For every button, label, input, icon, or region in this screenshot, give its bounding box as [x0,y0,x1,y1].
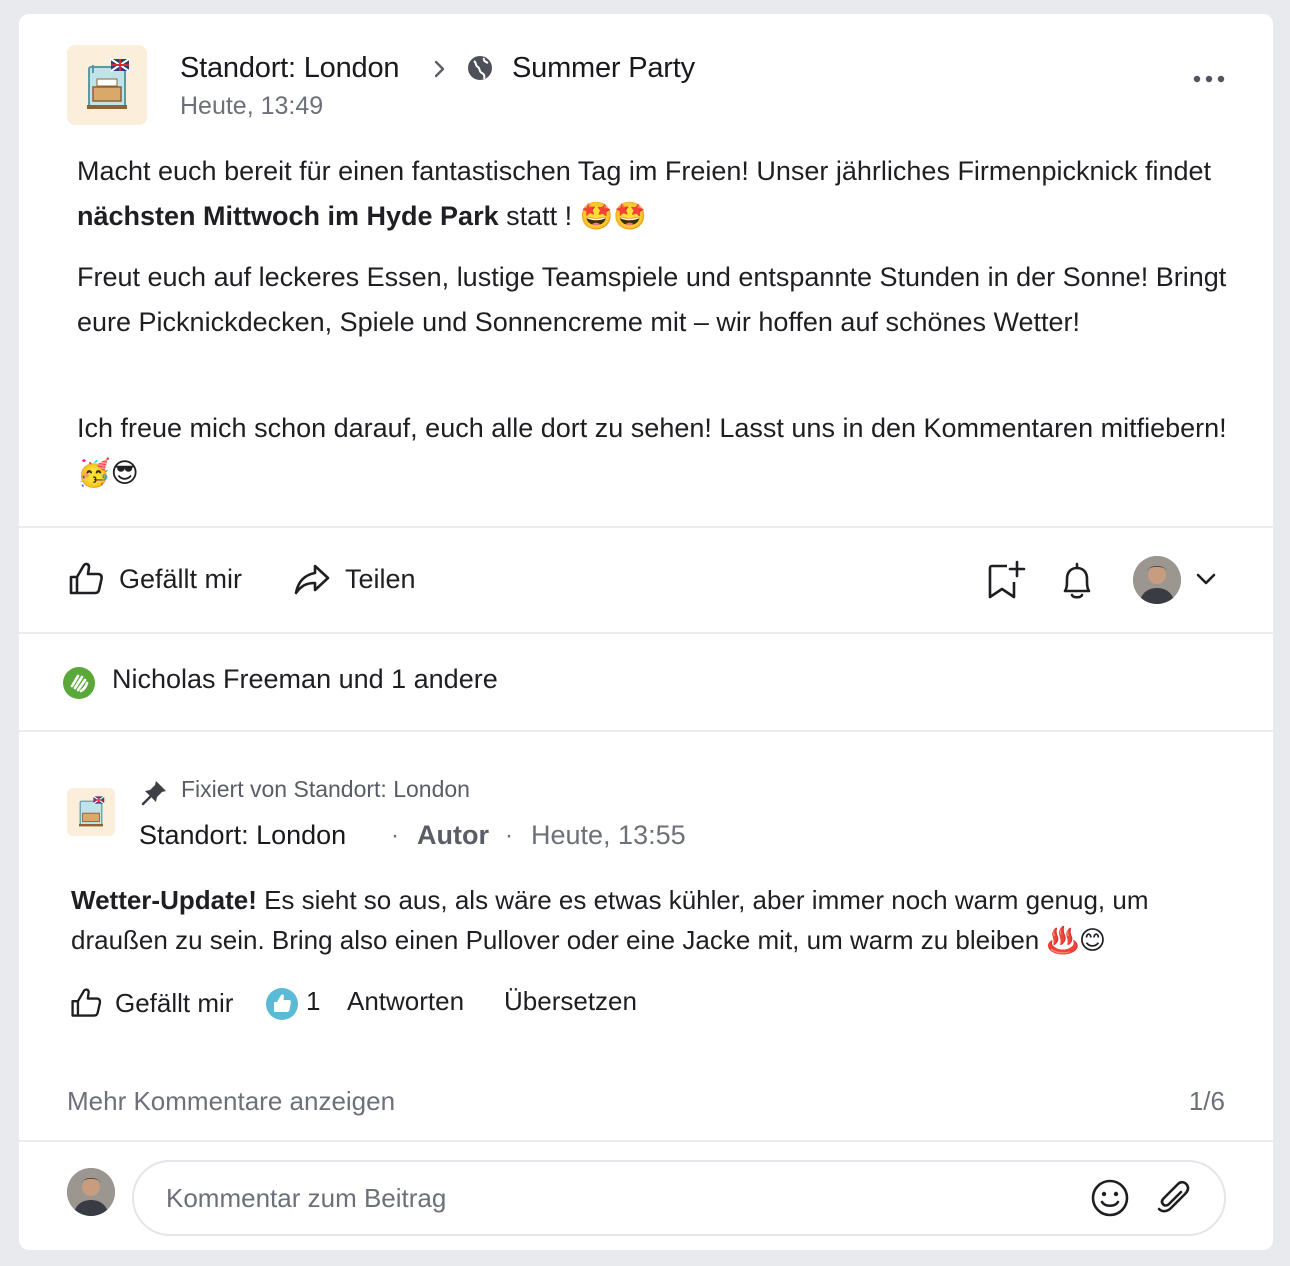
post-body: Macht euch bereit für einen fantastische… [77,149,1247,239]
reply-button[interactable]: Antworten [347,986,464,1017]
bookmark-add-icon[interactable] [985,560,1027,607]
chevron-down-icon[interactable] [1195,570,1217,593]
post-body-2: Freut euch auf leckeres Essen, lustige T… [77,255,1257,345]
divider [19,632,1273,634]
divider [19,526,1273,528]
chevron-right-icon [431,58,449,85]
translate-button[interactable]: Übersetzen [504,986,637,1017]
thumbs-up-icon [67,560,105,598]
like-button[interactable]: Gefällt mir [67,560,242,598]
like-badge-icon[interactable] [265,987,299,1026]
composer-avatar [67,1168,115,1216]
comment-like-button[interactable]: Gefällt mir [69,986,233,1020]
emoji-icon[interactable] [1090,1178,1130,1223]
reactions-summary[interactable]: Nicholas Freeman und 1 andere [112,664,498,695]
post-body-3: Ich freue mich schon darauf, euch alle d… [77,406,1247,496]
bell-icon[interactable] [1057,560,1097,607]
comment-author[interactable]: Standort: London [139,820,346,851]
meta-separator: · [391,822,399,849]
post-source-link[interactable]: Standort: London [180,52,400,85]
comment-body: Wetter-Update! Es sieht so aus, als wäre… [71,885,1149,955]
share-icon [293,560,331,598]
like-count[interactable]: 1 [306,986,320,1017]
thumbs-up-icon [69,986,103,1020]
space-link[interactable]: Summer Party [512,52,695,85]
author-role-badge: Autor [417,820,489,850]
comment-author-logo[interactable] [67,788,115,836]
share-button[interactable]: Teilen [293,560,416,598]
pinned-label: Fixiert von Standort: London [181,776,470,802]
comments-pager: 1/6 [1188,1086,1225,1116]
post-card: Standort: London Summer Party Heute, 13:… [19,14,1273,1250]
post-paragraph: Freut euch auf leckeres Essen, lustige T… [77,262,1227,337]
meta-separator: · [505,822,513,849]
post-paragraph: Macht euch bereit für einen fantastische… [77,156,1212,231]
share-label: Teilen [345,563,416,594]
more-comments-link[interactable]: Mehr Kommentare anzeigen [67,1086,395,1117]
comment-input-placeholder: Kommentar zum Beitrag [166,1183,447,1213]
comment-input[interactable]: Kommentar zum Beitrag [132,1160,1226,1236]
user-avatar[interactable] [1133,556,1181,604]
divider [19,1140,1273,1142]
comment-timestamp: Heute, 13:55 [531,820,686,850]
paperclip-icon[interactable] [1154,1178,1194,1223]
more-horizontal-icon[interactable] [1191,72,1227,84]
divider [19,730,1273,732]
globe-icon [466,54,494,87]
pin-icon [141,778,169,811]
like-label: Gefällt mir [119,563,243,594]
post-timestamp: Heute, 13:49 [180,92,324,120]
location-logo[interactable] [67,45,147,125]
post-paragraph: Ich freue mich schon darauf, euch alle d… [77,413,1227,488]
comment-like-label: Gefällt mir [115,987,234,1018]
clap-reaction-icon [62,666,96,705]
